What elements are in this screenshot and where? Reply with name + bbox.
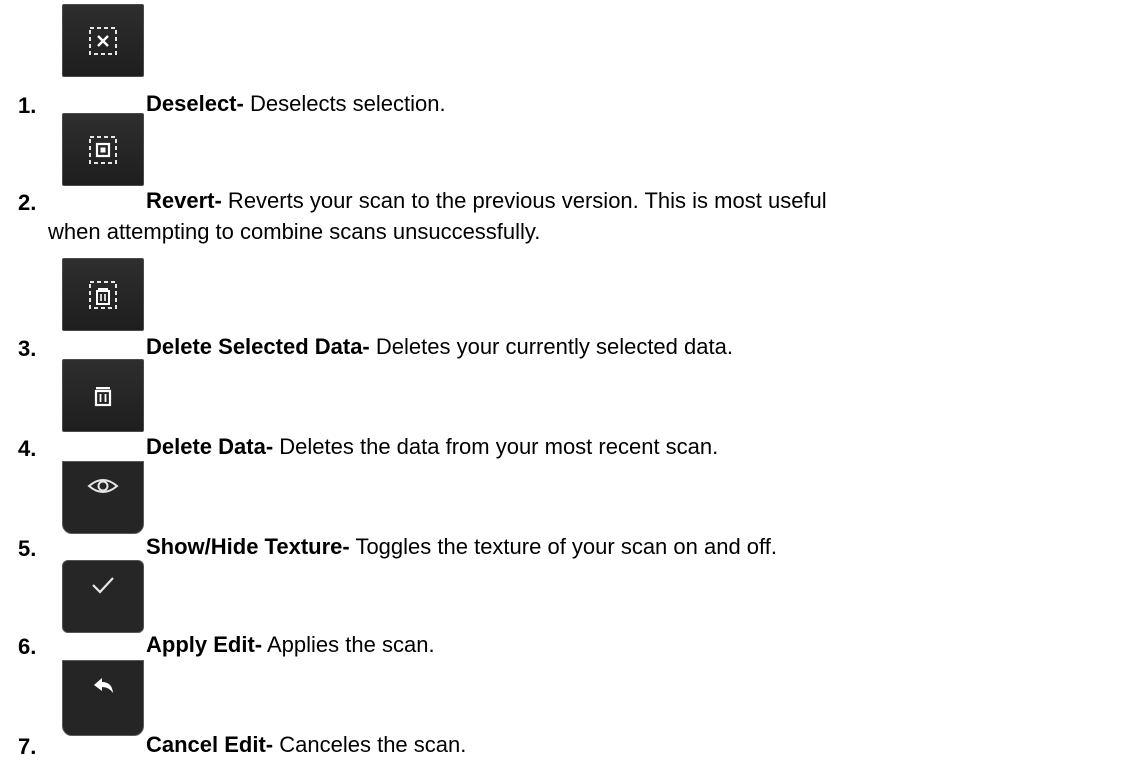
item-text: Delete Data- Deletes the data from your … (146, 434, 718, 460)
delete-data-button[interactable] (62, 359, 144, 432)
item-desc: Applies the scan. (262, 632, 435, 657)
item-term: Apply Edit- (146, 632, 263, 657)
item-desc: Toggles the texture of your scan on and … (349, 534, 777, 559)
item-term: Deselect- (146, 91, 244, 116)
item-term: Show/Hide Texture- (146, 534, 350, 559)
item-desc: Deletes the data from your most recent s… (273, 434, 719, 459)
eye-icon (87, 479, 119, 494)
item-number: 2. (18, 190, 37, 215)
cancel-edit-button[interactable] (62, 660, 144, 736)
item-number: 7. (18, 734, 37, 759)
delete-selected-button[interactable] (62, 258, 144, 331)
item-term: Delete Selected Data- (146, 334, 370, 359)
item-desc: Canceles the scan. (273, 732, 467, 757)
deselect-icon (89, 26, 117, 55)
item-text: Revert- Reverts your scan to the previou… (146, 188, 827, 214)
item-desc: Reverts your scan to the previous versio… (221, 188, 827, 213)
show-hide-texture-button[interactable] (62, 461, 144, 534)
undo-arrow-icon (94, 678, 113, 694)
item-desc: Deletes your currently selected data. (369, 334, 733, 359)
trash-icon (94, 386, 112, 406)
item-text: Delete Selected Data- Deletes your curre… (146, 334, 733, 360)
item-desc-continued: when attempting to combine scans unsucce… (48, 219, 541, 244)
item-text: Deselect- Deselects selection. (146, 91, 446, 117)
item-text: Apply Edit- Applies the scan. (146, 632, 435, 658)
checkmark-icon (92, 577, 114, 594)
item-number: 4. (18, 436, 37, 461)
revert-icon (89, 135, 117, 164)
item-text: Cancel Edit- Canceles the scan. (146, 732, 466, 758)
apply-edit-button[interactable] (62, 560, 144, 633)
revert-button[interactable] (62, 113, 144, 186)
item-desc: Deselects selection. (243, 91, 446, 116)
item-term: Cancel Edit- (146, 732, 274, 757)
deselect-button[interactable] (62, 4, 144, 77)
item-term: Revert- (146, 188, 222, 213)
item-number: 1. (18, 93, 37, 118)
delete-selected-icon (89, 280, 117, 309)
item-number: 3. (18, 336, 37, 361)
item-number: 5. (18, 536, 37, 561)
item-number: 6. (18, 634, 37, 659)
item-text: Show/Hide Texture- Toggles the texture o… (146, 534, 777, 560)
item-term: Delete Data- (146, 434, 274, 459)
